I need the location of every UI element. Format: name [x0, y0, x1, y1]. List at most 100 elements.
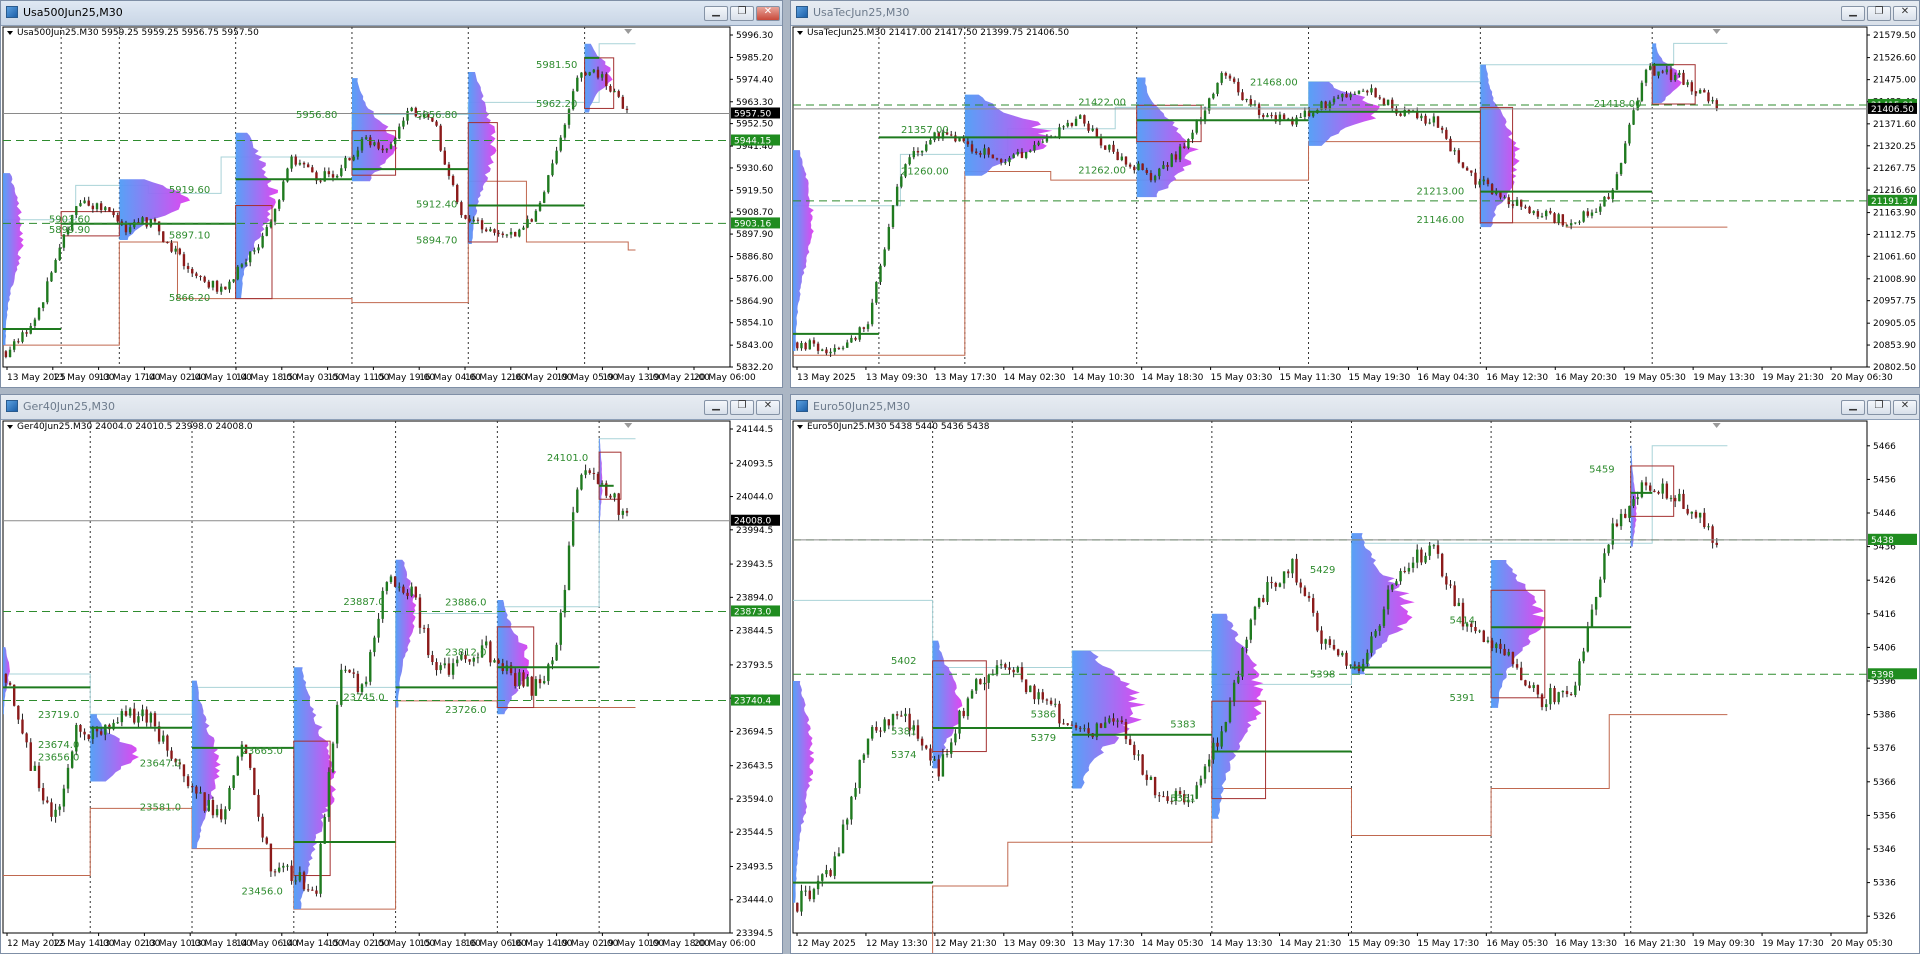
- minimize-icon: ▁: [712, 400, 720, 411]
- price-chart[interactable]: 5402 5381 5374 5386 5379 5383 5361 5429 5398 5414…: [791, 419, 1919, 953]
- candle-body: [1640, 482, 1644, 498]
- level-label: 5361: [1170, 794, 1195, 805]
- x-tick-label: 12 May 2025: [797, 939, 856, 949]
- candle-body: [1540, 216, 1544, 218]
- candle-body: [1158, 795, 1161, 797]
- candle-body: [1603, 553, 1606, 580]
- candle-body: [406, 110, 409, 121]
- candle-body: [1149, 777, 1153, 780]
- restore-button[interactable]: ❐: [1867, 6, 1891, 21]
- minimize-button[interactable]: ▁: [704, 6, 728, 21]
- candle-body: [1544, 210, 1548, 217]
- candle-body: [1316, 612, 1319, 631]
- candle-body: [1228, 701, 1232, 722]
- candle-body: [883, 719, 886, 732]
- candle-body: [1515, 199, 1519, 206]
- chart-window-euro50[interactable]: Euro50Jun25,M30 ▁ ❐ ✕ 5402 5381 5374 5386 53…: [790, 394, 1920, 954]
- restore-icon: ❐: [737, 6, 747, 17]
- candle-body: [389, 144, 393, 149]
- candle-body: [796, 342, 799, 349]
- window-title: Ger40Jun25,M30: [23, 400, 115, 413]
- candle-body: [133, 708, 136, 723]
- candle-body: [1353, 93, 1357, 95]
- candle-body: [592, 69, 596, 73]
- candle-body: [1619, 163, 1623, 175]
- candle-body: [875, 726, 878, 731]
- candle-body: [995, 665, 999, 675]
- candle-body: [451, 663, 455, 675]
- candle-body: [1366, 652, 1369, 664]
- candle-body: [224, 809, 227, 820]
- close-button[interactable]: ✕: [1893, 6, 1917, 21]
- candle-body: [530, 219, 533, 222]
- chart-window-ger40[interactable]: Ger40Jun25,M30 ▁ ❐ ✕ 23719.0 23674.0 23656…: [0, 394, 783, 954]
- window-titlebar[interactable]: Usa500Jun25,M30 ▁ ❐ ✕: [1, 1, 782, 26]
- restore-button[interactable]: ❐: [730, 400, 754, 415]
- candle-body: [1594, 597, 1598, 610]
- minimize-button[interactable]: ▁: [1841, 6, 1865, 21]
- minimize-button[interactable]: ▁: [704, 400, 728, 415]
- candle-body: [145, 217, 148, 227]
- candle-body: [1590, 609, 1594, 627]
- x-tick-label: 15 May 03:30: [1211, 373, 1273, 383]
- close-button[interactable]: ✕: [1893, 400, 1917, 415]
- candle-body: [1012, 669, 1015, 673]
- candle-body: [1266, 115, 1269, 118]
- candle-body: [37, 765, 41, 789]
- candle-body: [377, 618, 380, 638]
- candle-body: [33, 765, 37, 771]
- candle-body: [257, 247, 260, 251]
- price-chart[interactable]: 23719.0 23674.023656.0 23647.0 23581.0 23665…: [1, 419, 782, 953]
- close-button[interactable]: ✕: [756, 400, 780, 415]
- candle-body: [1536, 685, 1540, 695]
- candle-body: [895, 714, 899, 716]
- candle-body: [609, 86, 612, 92]
- y-tick-label: 5416: [1873, 610, 1896, 620]
- candle-body: [269, 843, 273, 872]
- window-titlebar[interactable]: Ger40Jun25,M30 ▁ ❐ ✕: [1, 395, 782, 420]
- window-titlebar[interactable]: UsaTecJun25,M30 ▁ ❐ ✕: [791, 1, 1919, 26]
- price-chart[interactable]: 21357.00 21260.00 21422.00 21262.00 21468.00…: [791, 25, 1919, 387]
- close-button[interactable]: ✕: [756, 6, 780, 21]
- candle-body: [1170, 154, 1173, 167]
- candle-body: [1357, 90, 1361, 94]
- x-tick-label: 19 May 05:30: [1624, 373, 1686, 383]
- candle-body: [1083, 115, 1086, 124]
- candle-body: [617, 493, 620, 515]
- candle-body: [257, 794, 260, 817]
- candle-body: [950, 134, 953, 136]
- candle-body: [1511, 204, 1515, 206]
- candle-body: [534, 679, 538, 696]
- chart-window-icon: [6, 6, 18, 18]
- chart-window-usatec[interactable]: UsaTecJun25,M30 ▁ ❐ ✕ 21357.00 21260.00 21…: [790, 0, 1920, 388]
- window-title: Usa500Jun25,M30: [23, 6, 123, 19]
- candle-body: [1237, 676, 1240, 683]
- y-tick-label: 23643.5: [736, 762, 773, 772]
- candle-body: [162, 735, 165, 742]
- price-tag-label: 5398: [1871, 670, 1894, 680]
- chart-window-usa500[interactable]: Usa500Jun25,M30 ▁ ❐ ✕ 5919.60 5903.60 5899…: [0, 0, 783, 388]
- price-chart[interactable]: 5919.605903.605899.905897.105866.205956.…: [1, 25, 782, 387]
- candle-body: [509, 232, 513, 235]
- level-label: 23726.0: [445, 705, 486, 716]
- candle-body: [1524, 680, 1527, 686]
- window-titlebar[interactable]: Euro50Jun25,M30 ▁ ❐ ✕: [791, 395, 1919, 420]
- restore-button[interactable]: ❐: [730, 6, 754, 21]
- candle-body: [1449, 138, 1452, 152]
- candle-body: [58, 806, 61, 810]
- x-tick-label: 14 May 10:30: [1073, 373, 1135, 383]
- restore-button[interactable]: ❐: [1867, 400, 1891, 415]
- candle-body: [571, 512, 575, 546]
- y-tick-label: 5346: [1873, 845, 1896, 855]
- candle-body: [439, 125, 442, 151]
- candle-body: [464, 215, 467, 219]
- price-tag-label: 5903.16: [734, 219, 771, 229]
- candle-body: [1707, 526, 1710, 528]
- candle-body: [393, 576, 397, 587]
- candle-body: [613, 91, 616, 93]
- minimize-button[interactable]: ▁: [1841, 400, 1865, 415]
- candle-body: [294, 156, 297, 165]
- candle-body: [609, 495, 612, 498]
- candle-body: [1049, 700, 1053, 705]
- candle-body: [83, 200, 86, 204]
